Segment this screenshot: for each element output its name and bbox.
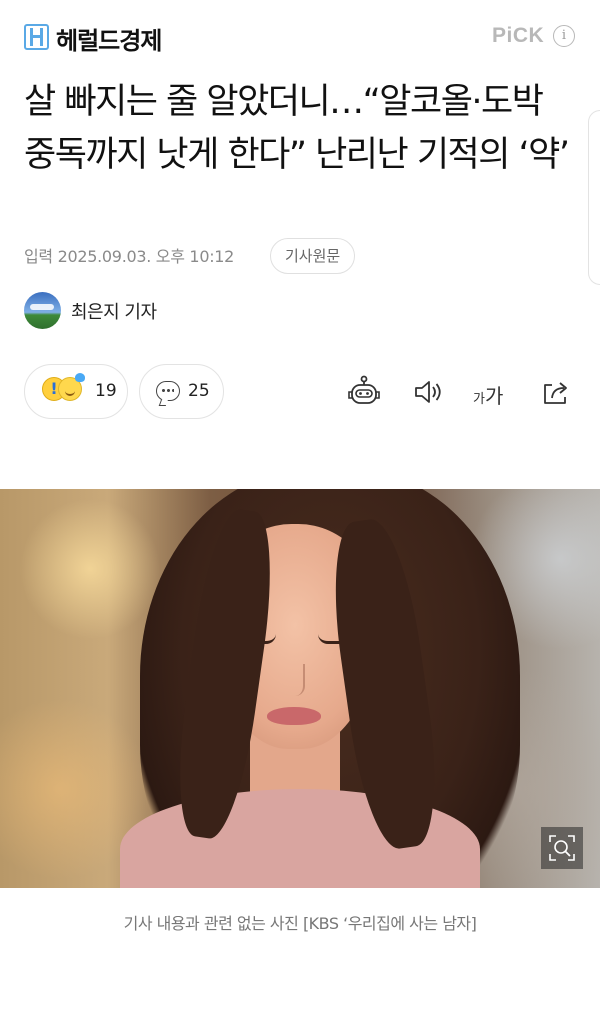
photo-lips	[267, 707, 321, 725]
article-photo[interactable]	[0, 489, 600, 888]
pick-label: PiCK	[492, 24, 545, 47]
comment-count: 25	[188, 381, 210, 401]
reaction-count: 19	[95, 381, 117, 401]
original-article-button[interactable]: 기사원문	[270, 238, 356, 274]
logo-h-icon[interactable]	[24, 24, 49, 50]
publish-date: 입력 2025.09.03. 오후 10:12	[24, 247, 235, 266]
article-page: 헤럴드경제 PiCK i 살 빠지는 줄 알았더니…“알코올·도박 중독까지 낫…	[0, 0, 600, 1019]
font-size-button[interactable]: 가가	[473, 380, 503, 409]
publisher-logo[interactable]: 헤럴드경제	[56, 21, 162, 56]
reaction-button[interactable]: 19	[24, 364, 128, 419]
article-headline: 살 빠지는 줄 알았더니…“알코올·도박 중독까지 낫게 한다” 난리난 기적의…	[24, 82, 570, 175]
emoji-smile-icon	[58, 373, 85, 401]
author-name[interactable]: 최은지 기자	[71, 298, 157, 324]
comment-button[interactable]: 25	[139, 364, 224, 419]
share-icon[interactable]	[536, 372, 576, 412]
author-avatar[interactable]	[24, 292, 61, 329]
side-panel-edge[interactable]	[588, 110, 600, 285]
photo-nose	[285, 664, 305, 696]
zoom-icon[interactable]	[541, 827, 583, 869]
robot-summary-icon[interactable]	[344, 372, 384, 412]
header: 헤럴드경제 PiCK i	[0, 0, 600, 72]
font-size-big-label: 가	[484, 384, 504, 408]
photo-caption: 기사 내용과 관련 없는 사진 [KBS ‘우리집에 사는 남자]	[123, 914, 477, 933]
font-size-small-label: 가	[473, 392, 485, 407]
speaker-icon[interactable]	[408, 372, 448, 412]
comment-bubble-icon	[156, 381, 180, 401]
info-icon[interactable]: i	[553, 25, 575, 47]
